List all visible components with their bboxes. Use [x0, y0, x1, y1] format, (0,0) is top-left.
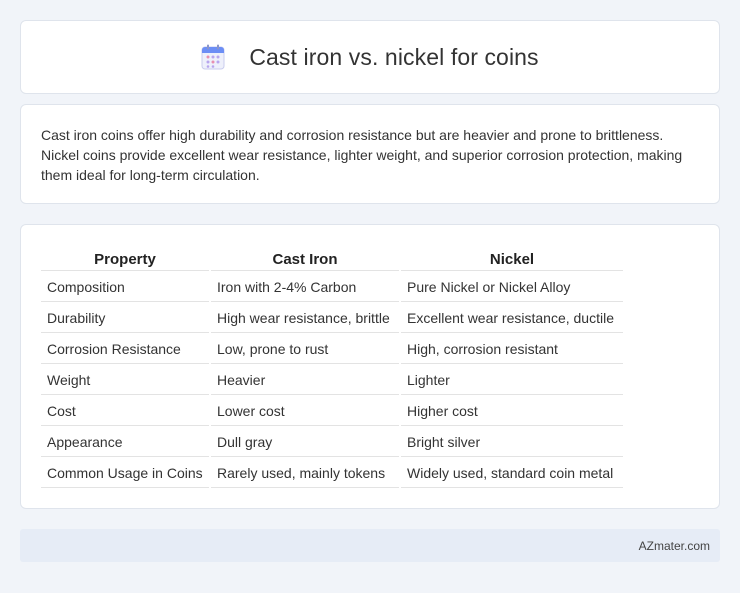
- footer-site-link[interactable]: AZmater.com: [639, 539, 710, 553]
- table-row: Durability High wear resistance, brittle…: [41, 304, 623, 333]
- table-cell: Excellent wear resistance, ductile: [401, 304, 623, 333]
- table-cell: Widely used, standard coin metal: [401, 459, 623, 488]
- table-cell: Corrosion Resistance: [41, 335, 209, 364]
- column-header-cast-iron: Cast Iron: [211, 247, 399, 271]
- table-cell: Iron with 2-4% Carbon: [211, 273, 399, 302]
- table-row: Weight Heavier Lighter: [41, 366, 623, 395]
- table-cell: Rarely used, mainly tokens: [211, 459, 399, 488]
- table-row: Composition Iron with 2-4% Carbon Pure N…: [41, 273, 623, 302]
- title-wrap: Cast iron vs. nickel for coins: [201, 43, 539, 71]
- table-cell: Durability: [41, 304, 209, 333]
- table-cell: Common Usage in Coins: [41, 459, 209, 488]
- summary-text: Cast iron coins offer high durability an…: [41, 127, 683, 183]
- table-row: Cost Lower cost Higher cost: [41, 397, 623, 426]
- table-row: Corrosion Resistance Low, prone to rust …: [41, 335, 623, 364]
- table-cell: Higher cost: [401, 397, 623, 426]
- table-cell: Composition: [41, 273, 209, 302]
- summary-card: Cast iron coins offer high durability an…: [20, 104, 720, 204]
- table-row: Appearance Dull gray Bright silver: [41, 428, 623, 457]
- table-header-row: Property Cast Iron Nickel: [41, 247, 623, 271]
- calendar-icon: [201, 44, 225, 70]
- table-cell: High wear resistance, brittle: [211, 304, 399, 333]
- table-card: Property Cast Iron Nickel Composition Ir…: [20, 224, 720, 509]
- table-cell: Appearance: [41, 428, 209, 457]
- table-cell: Lower cost: [211, 397, 399, 426]
- table-cell: Low, prone to rust: [211, 335, 399, 364]
- column-header-property: Property: [41, 247, 209, 271]
- table-cell: High, corrosion resistant: [401, 335, 623, 364]
- table-cell: Cost: [41, 397, 209, 426]
- table-cell: Heavier: [211, 366, 399, 395]
- table-cell: Dull gray: [211, 428, 399, 457]
- title-card: Cast iron vs. nickel for coins: [20, 20, 720, 94]
- table-cell: Weight: [41, 366, 209, 395]
- table-row: Common Usage in Coins Rarely used, mainl…: [41, 459, 623, 488]
- table-cell: Lighter: [401, 366, 623, 395]
- footer: AZmater.com: [20, 529, 720, 562]
- page-title: Cast iron vs. nickel for coins: [249, 43, 539, 70]
- table-cell: Bright silver: [401, 428, 623, 457]
- table-cell: Pure Nickel or Nickel Alloy: [401, 273, 623, 302]
- column-header-nickel: Nickel: [401, 247, 623, 271]
- comparison-table: Property Cast Iron Nickel Composition Ir…: [39, 245, 625, 490]
